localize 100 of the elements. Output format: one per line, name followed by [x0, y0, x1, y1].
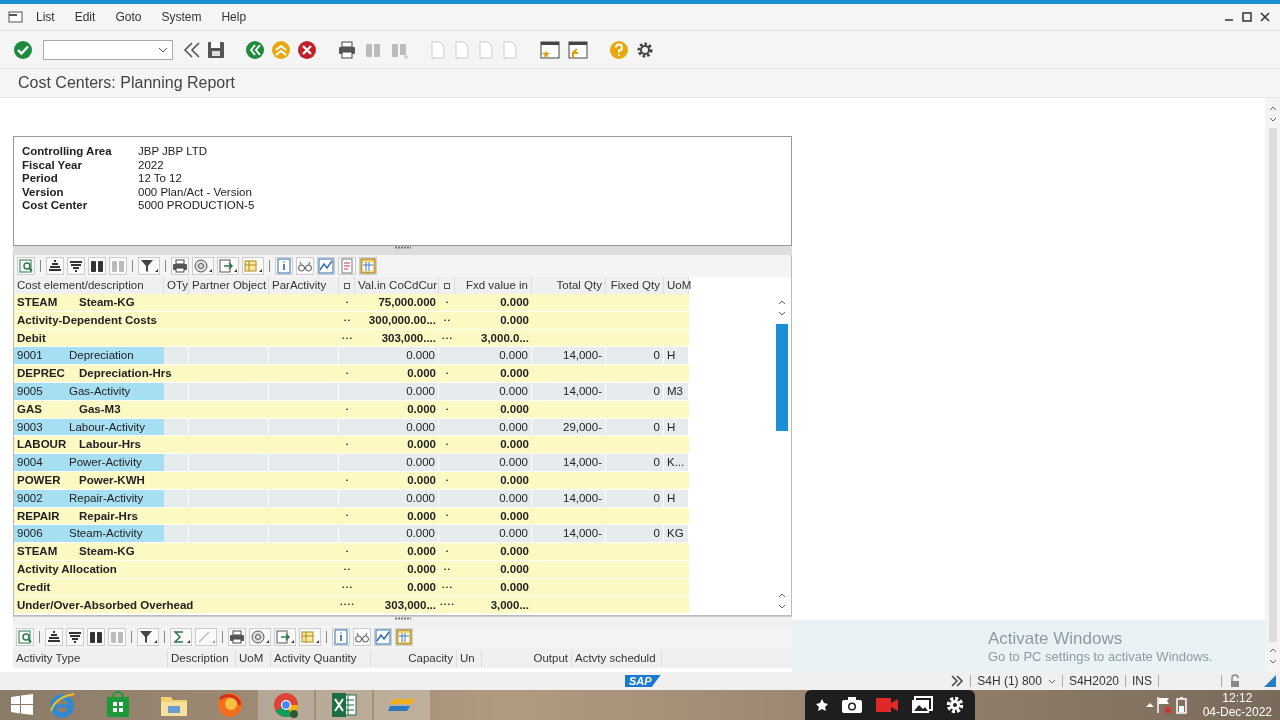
- sort-descending-button[interactable]: [67, 257, 85, 275]
- system-field[interactable]: S4H (1) 800: [977, 674, 1056, 688]
- print-button[interactable]: [228, 628, 246, 646]
- column-header[interactable]: Output: [482, 649, 572, 667]
- table-cell[interactable]: 9001 Depreciation: [14, 347, 164, 366]
- table-cell-text: 0.000: [499, 401, 530, 417]
- table-cell: 0.000: [439, 347, 532, 366]
- menu-item[interactable]: Goto: [107, 10, 150, 24]
- clock-time[interactable]: 12:12: [1222, 691, 1253, 705]
- views-button[interactable]: [249, 628, 271, 646]
- video-camera-icon[interactable]: [874, 697, 899, 713]
- scroll-down-icon[interactable]: [1268, 117, 1277, 122]
- check-icon[interactable]: [13, 39, 33, 60]
- info-button[interactable]: [332, 628, 350, 646]
- scroll-down-icon[interactable]: [778, 604, 786, 609]
- dropdown-icon[interactable]: [158, 46, 168, 53]
- clock-date[interactable]: 04-Dec-2022: [1202, 705, 1272, 719]
- sum-button[interactable]: [170, 628, 192, 646]
- chrome-icon[interactable]: [272, 691, 300, 719]
- scroll-up-icon[interactable]: [1268, 106, 1277, 111]
- menu-item[interactable]: Help: [213, 10, 255, 24]
- sort-descending-button[interactable]: [66, 628, 84, 646]
- dropdown-icon[interactable]: [1047, 678, 1056, 684]
- scroll-thumb[interactable]: [776, 324, 788, 431]
- find-button[interactable]: [88, 257, 106, 275]
- pin-icon[interactable]: [814, 698, 829, 712]
- glasses-button[interactable]: [353, 628, 371, 646]
- taskbar-button[interactable]: [316, 690, 372, 720]
- save-icon[interactable]: [207, 40, 225, 59]
- column-header[interactable]: Capacity: [371, 649, 457, 667]
- table-cell: 0.000: [339, 454, 439, 472]
- maximize-icon[interactable]: [1242, 12, 1252, 22]
- sort-ascending-button[interactable]: [45, 628, 63, 646]
- spreadsheet-button[interactable]: [395, 628, 413, 646]
- graph-button[interactable]: [317, 257, 335, 275]
- print-icon[interactable]: [337, 39, 357, 60]
- back-icon[interactable]: [245, 39, 265, 60]
- field-value: 5000 PRODUCTION-5: [138, 199, 255, 213]
- splitter-handle-icon[interactable]: [394, 617, 411, 620]
- column-header[interactable]: Un: [457, 649, 482, 667]
- glasses-button[interactable]: [296, 257, 314, 275]
- filter-button[interactable]: [138, 257, 160, 275]
- spreadsheet-icon[interactable]: [330, 692, 358, 718]
- table-cell-text: 0.000: [499, 295, 530, 310]
- chevrons-right-icon[interactable]: [950, 675, 965, 687]
- column-header[interactable]: Actvty scheduld: [572, 649, 662, 667]
- info-button[interactable]: [275, 257, 293, 275]
- scroll-up-icon[interactable]: [1268, 648, 1277, 653]
- sort-ascending-button[interactable]: [46, 257, 64, 275]
- splitter-handle-icon[interactable]: [394, 246, 411, 249]
- views-button[interactable]: [192, 257, 214, 275]
- table-cell[interactable]: 9004 Power-Activity: [14, 454, 164, 472]
- close-icon[interactable]: [1260, 12, 1270, 22]
- table-cell: 0: [606, 525, 664, 544]
- scroll-up-icon[interactable]: [778, 300, 786, 305]
- logo: SAP: [625, 675, 661, 687]
- details-button[interactable]: [17, 257, 35, 275]
- menu-item[interactable]: List: [28, 10, 63, 24]
- column-header[interactable]: Description: [168, 649, 236, 667]
- scroll-up-icon[interactable]: [778, 593, 786, 598]
- windows-logo-icon[interactable]: [10, 693, 34, 717]
- export-button[interactable]: [217, 257, 239, 275]
- cancel-icon[interactable]: [297, 39, 317, 60]
- filter-button[interactable]: [137, 628, 159, 646]
- page-icon: [501, 39, 519, 60]
- table-cell: 14,000-: [532, 525, 606, 544]
- image-icon[interactable]: [910, 696, 933, 714]
- table-cell-text: 0.000: [406, 472, 437, 488]
- scroll-down-icon[interactable]: [778, 311, 786, 316]
- mode-field: INS: [1132, 674, 1152, 688]
- export-button[interactable]: [274, 628, 296, 646]
- menu-icon[interactable]: [8, 10, 24, 24]
- field-value: 000 Plan/Act - Version: [138, 185, 252, 199]
- flag-icon[interactable]: [1154, 696, 1173, 714]
- browser-icon[interactable]: [216, 691, 244, 719]
- resize-grip-icon[interactable]: [1264, 675, 1276, 687]
- scroll-down-icon[interactable]: [1268, 659, 1277, 664]
- table-cell[interactable]: 9006 Steam-Activity: [14, 525, 164, 544]
- settings-icon[interactable]: [944, 695, 965, 715]
- table-cell: 14,000-: [532, 347, 606, 366]
- store-icon[interactable]: [105, 691, 131, 719]
- graph-button[interactable]: [374, 628, 392, 646]
- menu-item[interactable]: Edit: [66, 10, 104, 24]
- spreadsheet-button[interactable]: [359, 257, 377, 275]
- caret-up-icon[interactable]: [1144, 702, 1155, 708]
- taskbar-button[interactable]: [258, 690, 314, 720]
- chevrons-left-icon[interactable]: [183, 40, 201, 59]
- column-header[interactable]: Activity Quantity: [271, 649, 371, 667]
- camera-icon[interactable]: [840, 696, 863, 714]
- command-field[interactable]: [43, 39, 173, 60]
- print-button[interactable]: [171, 257, 189, 275]
- column-header[interactable]: UoM: [236, 649, 271, 667]
- table-cell-text: GAS Gas-M3: [16, 401, 122, 417]
- details-button[interactable]: [16, 628, 34, 646]
- table-cell: KG: [664, 525, 689, 544]
- find-button[interactable]: [87, 628, 105, 646]
- menu-item[interactable]: System: [153, 10, 210, 24]
- column-header[interactable]: Activity Type: [13, 649, 168, 667]
- scrollbar[interactable]: [1265, 98, 1280, 672]
- table-cell-text: 0.000: [406, 437, 437, 453]
